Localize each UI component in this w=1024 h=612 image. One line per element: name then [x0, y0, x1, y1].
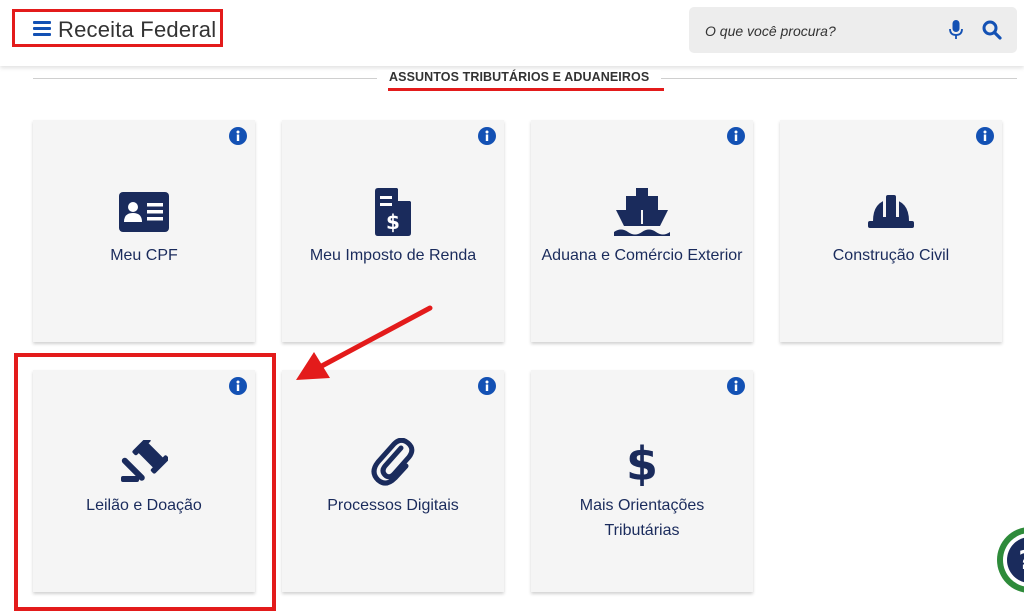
info-icon[interactable]: [478, 127, 496, 145]
card-meu-cpf[interactable]: Meu CPF: [33, 120, 255, 342]
highlight-frame-title: [12, 9, 223, 47]
search-input[interactable]: [703, 7, 927, 55]
ship-icon: [614, 188, 670, 236]
section-title: ASSUNTOS TRIBUTÁRIOS E ADUANEIROS: [377, 70, 662, 84]
hard-hat-icon: [868, 195, 914, 228]
search-bar: [689, 7, 1017, 55]
info-icon[interactable]: [727, 377, 745, 395]
svg-text:$: $: [627, 438, 657, 486]
card-aduana-e-comercio-exterior[interactable]: Aduana e Comércio Exterior: [531, 120, 753, 342]
info-icon[interactable]: [976, 127, 994, 145]
id-card-icon: [119, 192, 169, 232]
highlight-frame-card: [14, 353, 276, 611]
annotation-arrow-icon: [296, 305, 433, 380]
microphone-icon[interactable]: [949, 20, 963, 40]
card-label: Aduana e Comércio Exterior: [541, 247, 743, 264]
floating-help-badge-icon[interactable]: ?: [996, 524, 1024, 594]
card-label: Meu CPF: [110, 247, 178, 264]
section-title-underline: [388, 88, 664, 91]
info-icon[interactable]: [478, 377, 496, 395]
svg-text:$: $: [386, 210, 400, 234]
header: Receita Federal: [0, 0, 1024, 66]
card-label: Mais Orientações Tributárias: [579, 497, 705, 539]
info-icon[interactable]: [727, 127, 745, 145]
card-processos-digitais[interactable]: Processos Digitais: [282, 370, 504, 592]
search-icon[interactable]: [982, 20, 1002, 40]
card-label: Processos Digitais: [327, 497, 459, 514]
card-construcao-civil[interactable]: Construção Civil: [780, 120, 1002, 342]
card-label: Meu Imposto de Renda: [309, 247, 477, 264]
card-label: Construção Civil: [832, 247, 950, 264]
paperclip-icon: [371, 438, 415, 486]
info-icon[interactable]: [229, 127, 247, 145]
svg-text:?: ?: [1018, 546, 1024, 576]
card-mais-orientacoes-tributarias[interactable]: $ Mais Orientações Tributárias: [531, 370, 753, 592]
tax-document-icon: $: [375, 188, 411, 236]
dollar-sign-icon: $: [627, 438, 657, 486]
